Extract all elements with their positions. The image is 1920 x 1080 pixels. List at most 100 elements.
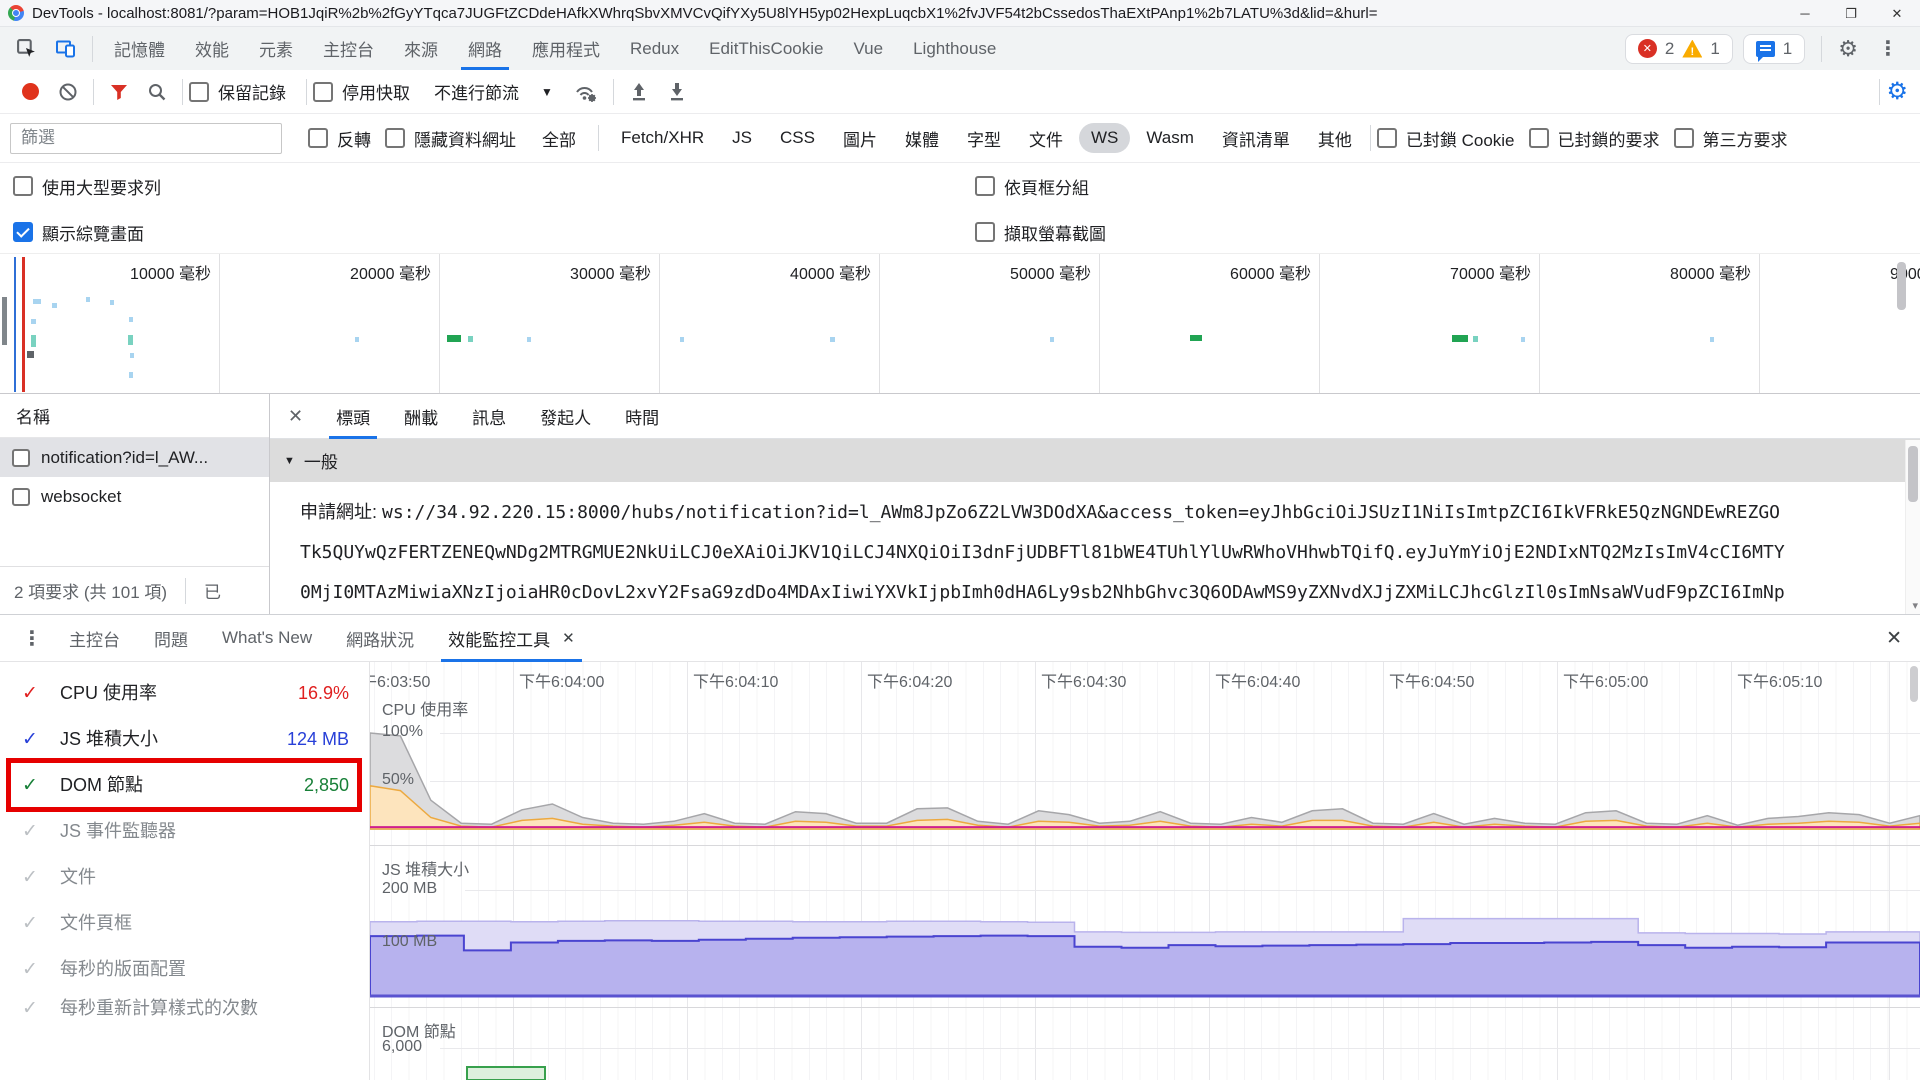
network-settings-gear-icon[interactable]: ⚙ bbox=[1886, 80, 1908, 104]
details-tab-headers[interactable]: 標頭 bbox=[319, 394, 387, 439]
name-column-header[interactable]: 名稱 bbox=[0, 394, 269, 438]
filter-pill-media[interactable]: 媒體 bbox=[893, 121, 951, 156]
close-drawer-icon[interactable]: ✕ bbox=[1882, 623, 1906, 654]
tab-lighthouse[interactable]: Lighthouse bbox=[898, 27, 1011, 70]
request-details-pane: ✕ 標頭 酬載 訊息 發起人 時間 ▼ 一般 申請網址: ws://34.92.… bbox=[270, 394, 1920, 614]
search-icon[interactable] bbox=[138, 82, 176, 102]
requests-summary-truncated: 已 bbox=[204, 578, 221, 603]
settings-gear-icon[interactable]: ⚙ bbox=[1838, 38, 1858, 60]
more-options-icon[interactable]: ⋮ bbox=[1868, 36, 1908, 61]
import-har-icon[interactable] bbox=[620, 81, 658, 103]
tab-performance[interactable]: 效能 bbox=[180, 27, 244, 70]
metric-document-frames[interactable]: ✓ 文件頁框 bbox=[0, 900, 369, 946]
close-details-icon[interactable]: ✕ bbox=[270, 406, 319, 427]
filter-input[interactable] bbox=[10, 123, 282, 154]
filter-pill-all[interactable]: 全部 bbox=[530, 121, 588, 156]
tab-elements[interactable]: 元素 bbox=[244, 27, 308, 70]
request-row-websocket[interactable]: websocket bbox=[0, 477, 269, 516]
capture-screenshots-checkbox[interactable] bbox=[975, 222, 995, 242]
details-tab-payload[interactable]: 酬載 bbox=[387, 394, 455, 439]
tab-memory[interactable]: 記憶體 bbox=[99, 27, 180, 70]
tab-application[interactable]: 應用程式 bbox=[517, 27, 615, 70]
drawer-tab-network-conditions[interactable]: 網路狀況 bbox=[329, 614, 431, 662]
tab-vue[interactable]: Vue bbox=[838, 27, 898, 70]
filter-pill-doc[interactable]: 文件 bbox=[1017, 121, 1075, 156]
metric-style-recalcs[interactable]: ✓ 每秒重新計算樣式的次數 bbox=[0, 992, 369, 1056]
warning-icon: ! bbox=[1682, 40, 1702, 58]
details-tab-timing[interactable]: 時間 bbox=[608, 394, 676, 439]
filter-pill-ws[interactable]: WS bbox=[1079, 123, 1130, 153]
drawer-tab-performance-monitor[interactable]: 效能監控工具 ✕ bbox=[431, 614, 592, 662]
tab-editthiscookie[interactable]: EditThisCookie bbox=[694, 27, 838, 70]
preserve-log-label: 保留記錄 bbox=[218, 79, 286, 104]
preserve-log-checkbox[interactable] bbox=[189, 82, 209, 102]
group-by-frame-checkbox[interactable] bbox=[975, 176, 995, 196]
throttling-dropdown[interactable]: 不進行節流 ▼ bbox=[434, 79, 553, 104]
invert-checkbox[interactable] bbox=[308, 128, 328, 148]
check-icon: ✓ bbox=[22, 728, 46, 751]
messages-badge[interactable]: 1 bbox=[1743, 34, 1805, 64]
errors-warnings-badge[interactable]: ✕ 2 ! 1 bbox=[1625, 34, 1733, 64]
overview-scrollbar-thumb[interactable] bbox=[1897, 262, 1906, 310]
use-large-rows-checkbox[interactable] bbox=[13, 176, 33, 196]
drawer-tab-console[interactable]: 主控台 bbox=[52, 614, 137, 662]
close-tab-icon[interactable]: ✕ bbox=[562, 629, 575, 647]
filter-pill-other[interactable]: 其他 bbox=[1306, 121, 1364, 156]
tab-console[interactable]: 主控台 bbox=[308, 27, 389, 70]
drawer-tab-issues[interactable]: 問題 bbox=[137, 614, 205, 662]
filter-pill-css[interactable]: CSS bbox=[768, 123, 827, 153]
blocked-requests-label: 已封鎖的要求 bbox=[1558, 126, 1660, 151]
maximize-button[interactable]: ❐ bbox=[1828, 0, 1874, 27]
filter-pill-fetch-xhr[interactable]: Fetch/XHR bbox=[609, 123, 716, 153]
general-section-header[interactable]: ▼ 一般 bbox=[270, 439, 1920, 482]
hide-data-urls-checkbox[interactable] bbox=[385, 128, 405, 148]
device-toolbar-icon[interactable] bbox=[46, 31, 86, 67]
tab-redux[interactable]: Redux bbox=[615, 27, 694, 70]
request-url-value: ws://34.92.220.15:8000/hubs/notification… bbox=[382, 502, 1780, 523]
blocked-cookies-label: 已封鎖 Cookie bbox=[1406, 126, 1515, 151]
blocked-cookies-checkbox[interactable] bbox=[1377, 128, 1397, 148]
show-overview-checkbox[interactable] bbox=[13, 222, 33, 242]
filter-pill-wasm[interactable]: Wasm bbox=[1134, 123, 1206, 153]
scroll-down-icon[interactable]: ▾ bbox=[1912, 599, 1918, 612]
network-conditions-icon[interactable] bbox=[563, 80, 607, 104]
metric-js-heap[interactable]: ✓ JS 堆積大小 124 MB bbox=[0, 716, 369, 762]
metric-layouts-per-sec[interactable]: ✓ 每秒的版面配置 bbox=[0, 946, 369, 992]
filter-icon[interactable] bbox=[100, 82, 138, 102]
network-overview-timeline[interactable]: 10000 毫秒 20000 毫秒 30000 毫秒 40000 毫秒 5000… bbox=[0, 253, 1920, 394]
disable-cache-checkbox[interactable] bbox=[313, 82, 333, 102]
filter-pill-js[interactable]: JS bbox=[720, 123, 764, 153]
metric-label: 文件頁框 bbox=[60, 912, 349, 935]
inspect-element-icon[interactable] bbox=[6, 31, 46, 67]
filter-pill-font[interactable]: 字型 bbox=[955, 121, 1013, 156]
record-button[interactable] bbox=[22, 83, 39, 100]
drawer-tab-label: 效能監控工具 bbox=[448, 626, 550, 651]
metric-label: JS 堆積大小 bbox=[60, 728, 273, 751]
details-scrollbar[interactable]: ▾ bbox=[1905, 440, 1920, 614]
tab-network[interactable]: 網路 bbox=[453, 27, 517, 70]
request-row-notification[interactable]: notification?id=l_AW... bbox=[0, 438, 269, 477]
tab-sources[interactable]: 來源 bbox=[389, 27, 453, 70]
drawer-menu-icon[interactable]: ⋮ bbox=[12, 626, 52, 651]
metric-label: JS 事件監聽器 bbox=[60, 820, 349, 843]
filter-pill-manifest[interactable]: 資訊清單 bbox=[1210, 121, 1302, 156]
export-har-icon[interactable] bbox=[658, 81, 696, 103]
clear-icon[interactable] bbox=[49, 82, 87, 102]
filter-pill-img[interactable]: 圖片 bbox=[831, 121, 889, 156]
blocked-requests-checkbox[interactable] bbox=[1529, 128, 1549, 148]
metric-dom-nodes[interactable]: ✓ DOM 節點 2,850 bbox=[0, 762, 369, 808]
details-scrollbar-thumb[interactable] bbox=[1908, 446, 1918, 502]
minimize-button[interactable]: ─ bbox=[1782, 0, 1828, 27]
close-window-button[interactable]: ✕ bbox=[1874, 0, 1920, 27]
details-tab-messages[interactable]: 訊息 bbox=[455, 394, 523, 439]
drawer-tab-whats-new[interactable]: What's New bbox=[205, 614, 329, 662]
devtools-tab-bar: 記憶體 效能 元素 主控台 來源 網路 應用程式 Redux EditThisC… bbox=[0, 27, 1920, 70]
metric-cpu[interactable]: ✓ CPU 使用率 16.9% bbox=[0, 670, 369, 716]
row-checkbox[interactable] bbox=[12, 488, 30, 506]
metric-documents[interactable]: ✓ 文件 bbox=[0, 854, 369, 900]
request-name: notification?id=l_AW... bbox=[41, 448, 208, 468]
details-tab-initiator[interactable]: 發起人 bbox=[523, 394, 608, 439]
row-checkbox[interactable] bbox=[12, 449, 30, 467]
third-party-checkbox[interactable] bbox=[1674, 128, 1694, 148]
metric-js-listeners[interactable]: ✓ JS 事件監聽器 bbox=[0, 808, 369, 854]
